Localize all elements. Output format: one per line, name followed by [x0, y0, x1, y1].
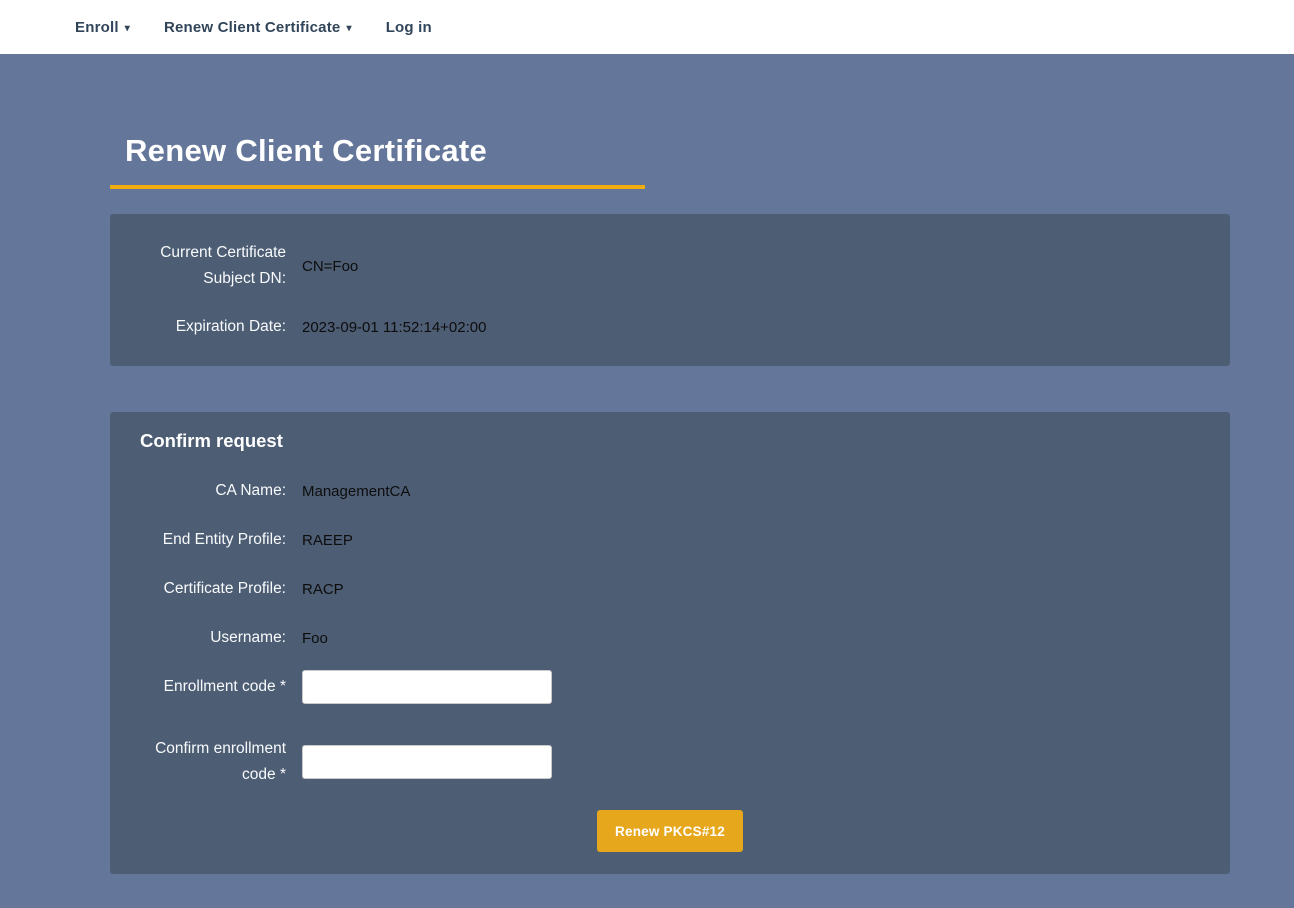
- end-entity-profile-row: End Entity Profile: RAEEP: [140, 523, 1200, 557]
- top-navbar: Enroll ▾ Renew Client Certificate ▾ Log …: [0, 0, 1294, 54]
- confirm-enrollment-code-row: Confirm enrollment code *: [140, 736, 1200, 788]
- username-row: Username: Foo: [140, 621, 1200, 655]
- submit-button-row: Renew PKCS#12: [140, 810, 1200, 864]
- ca-name-label: CA Name:: [140, 478, 286, 504]
- certificate-profile-row: Certificate Profile: RACP: [140, 572, 1200, 606]
- chevron-down-icon: ▾: [346, 23, 351, 34]
- confirm-request-panel: Confirm request CA Name: ManagementCA En…: [110, 412, 1230, 874]
- subject-dn-row: Current Certificate Subject DN: CN=Foo: [140, 240, 1200, 292]
- confirm-enrollment-code-label: Confirm enrollment code *: [140, 736, 286, 788]
- username-label: Username:: [140, 625, 286, 651]
- navbar-item-login-label: Log in: [386, 19, 432, 36]
- enrollment-code-row: Enrollment code *: [140, 670, 1200, 704]
- confirm-enrollment-code-input[interactable]: [302, 745, 552, 779]
- enrollment-code-label: Enrollment code *: [140, 674, 286, 700]
- subject-dn-label: Current Certificate Subject DN:: [140, 240, 286, 292]
- expiration-date-row: Expiration Date: 2023-09-01 11:52:14+02:…: [140, 314, 1200, 340]
- current-certificate-panel: Current Certificate Subject DN: CN=Foo E…: [110, 214, 1230, 366]
- renew-pkcs12-button[interactable]: Renew PKCS#12: [597, 810, 743, 852]
- expiration-date-value: 2023-09-01 11:52:14+02:00: [302, 319, 486, 336]
- expiration-date-label: Expiration Date:: [140, 314, 286, 340]
- confirm-request-heading: Confirm request: [140, 430, 1200, 452]
- subject-dn-value: CN=Foo: [302, 258, 358, 275]
- ca-name-value: ManagementCA: [302, 483, 410, 500]
- certificate-profile-value: RACP: [302, 581, 344, 598]
- navbar-item-enroll[interactable]: Enroll ▾: [75, 19, 130, 36]
- username-value: Foo: [302, 630, 328, 647]
- title-underline: [110, 185, 645, 189]
- end-entity-profile-label: End Entity Profile:: [140, 527, 286, 553]
- navbar-item-enroll-label: Enroll: [75, 19, 119, 36]
- chevron-down-icon: ▾: [125, 23, 130, 34]
- end-entity-profile-value: RAEEP: [302, 532, 353, 549]
- ca-name-row: CA Name: ManagementCA: [140, 474, 1200, 508]
- navbar-item-renew-label: Renew Client Certificate: [164, 19, 341, 36]
- page-title: Renew Client Certificate: [125, 133, 1294, 169]
- navbar-item-renew-client-certificate[interactable]: Renew Client Certificate ▾: [164, 19, 352, 36]
- navbar-item-login[interactable]: Log in: [386, 19, 432, 36]
- certificate-profile-label: Certificate Profile:: [140, 576, 286, 602]
- enrollment-code-input[interactable]: [302, 670, 552, 704]
